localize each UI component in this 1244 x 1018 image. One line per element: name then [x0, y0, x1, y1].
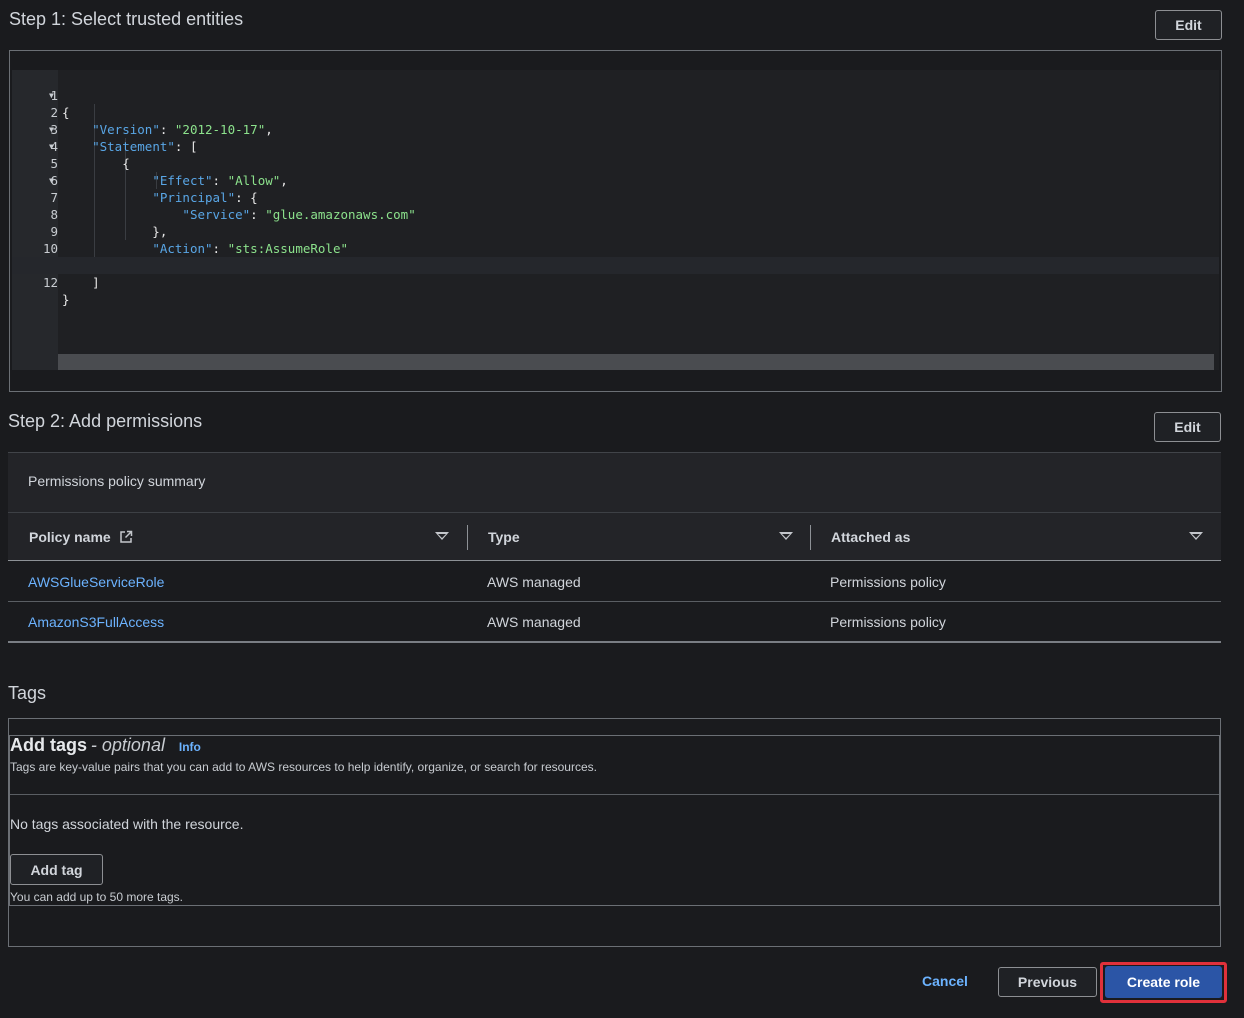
add-tags-heading: Add tags - optional Info	[10, 735, 201, 756]
permissions-summary-title: Permissions policy summary	[28, 473, 206, 489]
trust-policy-code-editor[interactable]: 1 ▼ { 2 "Version": "2012-10-17", 3 ▼ "Stat…	[12, 70, 1219, 370]
add-tags-title: Add tags	[10, 735, 88, 755]
code-line: 1 ▼ {	[49, 88, 70, 120]
code-line: 6 ▼ "Principal": {	[49, 173, 258, 205]
code-line: 4 ▼ {	[49, 139, 130, 171]
step1-title: Step 1: Select trusted entities	[9, 9, 244, 29]
column-divider[interactable]	[810, 525, 811, 550]
cancel-button[interactable]: Cancel	[922, 973, 968, 989]
code-line: 8 },	[50, 207, 168, 239]
divider	[10, 794, 1219, 795]
code-line: 5 "Effect": "Allow",	[50, 156, 288, 188]
create-role-button[interactable]: Create role	[1105, 966, 1222, 998]
info-link[interactable]: Info	[179, 740, 201, 754]
code-line: 10 }	[42, 241, 130, 273]
policy-type: AWS managed	[487, 614, 581, 630]
policy-link[interactable]: AWSGlueServiceRole	[28, 574, 164, 590]
policy-type: AWS managed	[487, 574, 581, 590]
step2-edit-button[interactable]: Edit	[1154, 412, 1221, 442]
editor-horizontal-scrollbar[interactable]	[58, 354, 1214, 370]
column-divider[interactable]	[467, 525, 468, 550]
sort-caret-icon[interactable]	[779, 532, 793, 540]
table-row: AmazonS3FullAccess AWS managed Permissio…	[8, 602, 1221, 643]
permissions-panel-header: Permissions policy summary	[8, 453, 1221, 512]
no-tags-message: No tags associated with the resource.	[10, 816, 244, 832]
policy-attached-as: Permissions policy	[830, 574, 946, 590]
external-link-icon	[119, 530, 132, 543]
code-line: 3 ▼ "Statement": [	[49, 122, 198, 154]
step1-edit-button[interactable]: Edit	[1155, 10, 1222, 40]
code-line: 9 "Action": "sts:AssumeRole"	[50, 224, 349, 256]
code-line: 2 "Version": "2012-10-17",	[50, 105, 273, 137]
sort-caret-icon[interactable]	[435, 532, 449, 540]
add-tag-button[interactable]: Add tag	[10, 854, 103, 885]
tag-limit-note: You can add up to 50 more tags.	[10, 890, 184, 904]
table-header: Policy name Type Attached as	[8, 512, 1221, 561]
step2-title: Step 2: Add permissions	[8, 411, 203, 431]
tags-section-title: Tags	[8, 683, 47, 703]
policy-attached-as: Permissions policy	[830, 614, 946, 630]
policy-link[interactable]: AmazonS3FullAccess	[28, 614, 164, 630]
tags-description: Tags are key-value pairs that you can ad…	[10, 760, 597, 774]
code-line: 7 "Service": "glue.amazonaws.com"	[50, 190, 416, 222]
optional-label: - optional	[90, 735, 165, 755]
sort-caret-icon[interactable]	[1189, 532, 1203, 540]
code-line: 11 ]	[43, 258, 100, 290]
column-header-policy-name[interactable]: Policy name	[29, 529, 133, 545]
table-row: AWSGlueServiceRole AWS managed Permissio…	[8, 562, 1221, 602]
previous-button[interactable]: Previous	[998, 967, 1097, 997]
column-header-type[interactable]: Type	[488, 529, 520, 545]
code-line-active: 12 }	[12, 257, 1219, 307]
column-header-attached-as[interactable]: Attached as	[831, 529, 910, 545]
